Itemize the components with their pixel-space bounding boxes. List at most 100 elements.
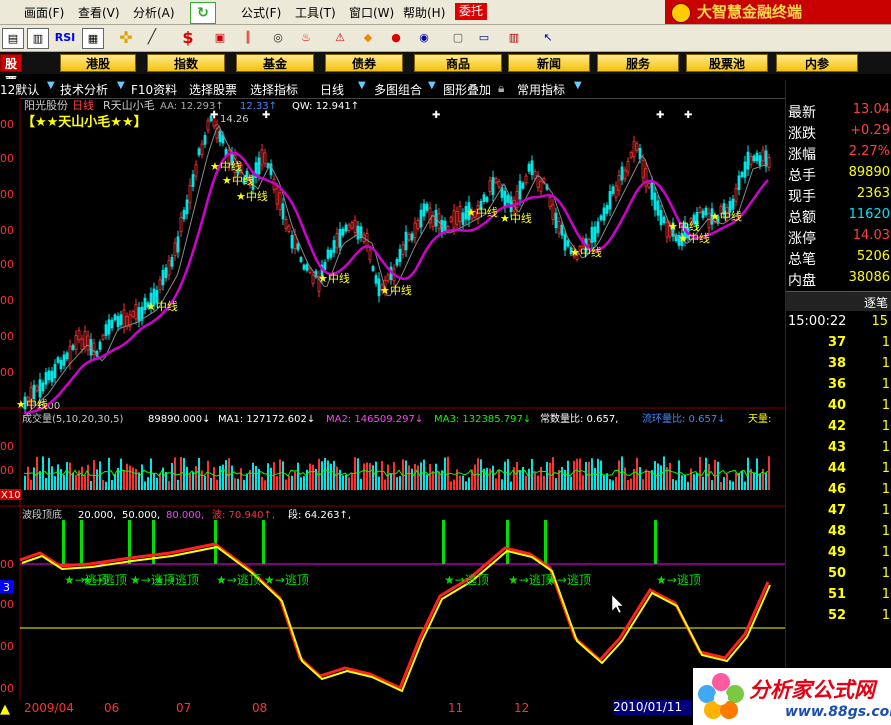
books-icon[interactable]: ▥ <box>504 28 524 47</box>
tab-f10[interactable]: F10资料 <box>131 81 177 98</box>
tab-overlay[interactable]: 图形叠加 <box>443 81 491 98</box>
alarm-icon[interactable]: ♨ <box>296 28 316 47</box>
target-icon[interactable]: ● <box>386 28 406 47</box>
quote-value: 11620 <box>848 207 890 222</box>
tab-arrow-icon[interactable]: ▼ <box>574 80 582 96</box>
tick-direction: 1 <box>881 566 890 581</box>
price-y-tick: 00 <box>0 258 14 271</box>
midline-signal: ★中线 <box>380 283 412 297</box>
tab-tech-analysis[interactable]: 技术分析 <box>60 81 108 98</box>
quote-label: 现手 <box>788 189 816 205</box>
binoculars-icon[interactable]: ◎ <box>268 28 288 47</box>
tab-select-stock[interactable]: 选择股票 <box>189 81 237 98</box>
price-y-tick: 00 <box>0 366 14 379</box>
rsi-icon[interactable]: RSI <box>52 28 78 47</box>
ratio2-value: 流环量比: 0.657↓ <box>642 412 726 425</box>
nav-commodity[interactable]: 商品 <box>414 54 502 72</box>
tick-by-tick-label: 逐笔 <box>863 296 888 310</box>
warning-icon[interactable]: ⚠ <box>330 28 350 47</box>
tick-volume: 38 <box>828 356 847 371</box>
price-y-tick: 00 <box>0 224 14 237</box>
tab-select-indicator[interactable]: 选择指标 <box>250 81 298 98</box>
nav-service[interactable]: 服务 <box>597 54 679 72</box>
link-icon[interactable]: ◉ <box>414 28 434 47</box>
nav-stock-pool[interactable]: 股票池 <box>686 54 768 72</box>
nav-stocks[interactable]: 股票 <box>0 54 22 89</box>
aa2-value: 12.33↑ <box>240 101 277 112</box>
quote-value: 5206 <box>856 249 890 264</box>
top-signal-bar <box>62 520 65 564</box>
compare-icon[interactable]: ▣ <box>210 28 230 47</box>
quote-subheader: 逐笔 <box>786 291 891 311</box>
kline-icon[interactable]: ▥ <box>27 28 49 49</box>
escape-top-signal: ★→逃顶 <box>264 573 309 587</box>
dollar-icon[interactable]: $ <box>178 28 198 47</box>
tab-arrow-icon[interactable]: ▼ <box>428 80 436 96</box>
tab-arrow-icon[interactable]: ▼ <box>358 80 366 96</box>
stock-name: 阳光股份 <box>24 98 68 112</box>
tick-volume: 51 <box>828 587 847 602</box>
segment-value: 段: 64.263↑, <box>288 508 351 521</box>
chart-area[interactable]: 00 00 00 00 00 00 00 00 00 00 00 00 00 0… <box>0 98 785 700</box>
menu-item-analysis[interactable]: 分析(A) <box>133 4 175 21</box>
nav-insider[interactable]: 内参 <box>776 54 858 72</box>
midline-signal: ★中线 <box>210 159 242 173</box>
menu-item-screen[interactable]: 画面(F) <box>24 4 64 21</box>
triangle-up-icon[interactable]: ▲ <box>0 702 14 717</box>
entrust-button[interactable]: 委托 <box>455 3 487 20</box>
crosshair-icon[interactable]: ✜ <box>116 28 136 47</box>
midline-signal: ★中线 <box>570 245 602 259</box>
tick-direction: 1 <box>881 608 890 623</box>
tick-volume: 36 <box>828 377 847 392</box>
tab-arrow-icon[interactable]: ▼ <box>47 80 55 96</box>
ma-line-magenta <box>23 151 769 415</box>
nav-news[interactable]: 新闻 <box>508 54 590 72</box>
nav-index[interactable]: 指数 <box>147 54 225 72</box>
menu-item-window[interactable]: 窗口(W) <box>349 4 394 21</box>
nav-bond[interactable]: 债券 <box>325 54 403 72</box>
quote-row: 现手 2363 <box>786 186 891 207</box>
date-label: 08 <box>252 701 268 715</box>
tick-direction: 1 <box>881 461 890 476</box>
menu-item-view[interactable]: 查看(V) <box>78 4 120 21</box>
nav-fund[interactable]: 基金 <box>236 54 314 72</box>
tab-multi-chart[interactable]: 多图组合 <box>374 81 422 98</box>
tick-volume: 46 <box>828 482 847 497</box>
quote-label: 内盘 <box>788 273 816 289</box>
notepad-icon[interactable]: ▢ <box>448 28 468 47</box>
window-icon[interactable]: ▭ <box>474 28 494 47</box>
tab-arrow-icon[interactable]: ▼ <box>117 80 125 96</box>
wave-y-tick: 00 <box>0 598 14 611</box>
refresh-icon[interactable]: ↻ <box>190 2 216 24</box>
diamond-icon[interactable]: ◆ <box>358 28 378 47</box>
tab-default[interactable]: 12默认 <box>0 81 39 98</box>
report-icon[interactable]: ▦ <box>82 28 104 49</box>
menu-item-tools[interactable]: 工具(T) <box>295 4 336 21</box>
price-y-tick: 00 <box>0 330 14 343</box>
nav-hk[interactable]: 港股 <box>60 54 136 72</box>
midline-signal: ★中线 <box>668 219 700 233</box>
menu-bar: 画面(F) 查看(V) 分析(A) ↻ 公式(F) 工具(T) 窗口(W) 帮助… <box>0 0 891 25</box>
tick-volume: 49 <box>828 545 847 560</box>
midline-signal: ★中线 <box>318 271 350 285</box>
tab-daily[interactable]: 日线 <box>320 81 344 98</box>
chart-window-icon[interactable]: ▤ <box>2 28 24 49</box>
quote-value: 2363 <box>856 186 890 201</box>
tick-first: 15 <box>871 314 888 329</box>
category-nav: 股票 港股 指数 基金 债券 商品 新闻 服务 股票池 内参 <box>0 52 891 89</box>
quote-label: 总笔 <box>788 252 816 268</box>
tick-direction: 1 <box>881 335 890 350</box>
quote-row: 涨停 14.03 <box>786 228 891 249</box>
menu-item-help[interactable]: 帮助(H) <box>403 4 445 21</box>
ma2-value: MA2: 146509.297↓ <box>326 414 423 425</box>
bars-icon[interactable]: ║ <box>238 28 258 47</box>
help-cursor-icon[interactable]: ↖ <box>538 28 558 47</box>
lock-icon[interactable]: 🔒︎ <box>498 81 504 96</box>
escape-top-signal: ★→逃顶 <box>216 573 261 587</box>
tick-direction: 1 <box>881 398 890 413</box>
quote-label: 涨幅 <box>788 147 816 163</box>
menu-item-formula[interactable]: 公式(F) <box>241 4 281 21</box>
escape-top-signal: ★→逃顶 <box>444 573 489 587</box>
ruler-icon[interactable]: ╱ <box>142 28 162 47</box>
tab-common-indicator[interactable]: 常用指标 <box>517 81 565 98</box>
